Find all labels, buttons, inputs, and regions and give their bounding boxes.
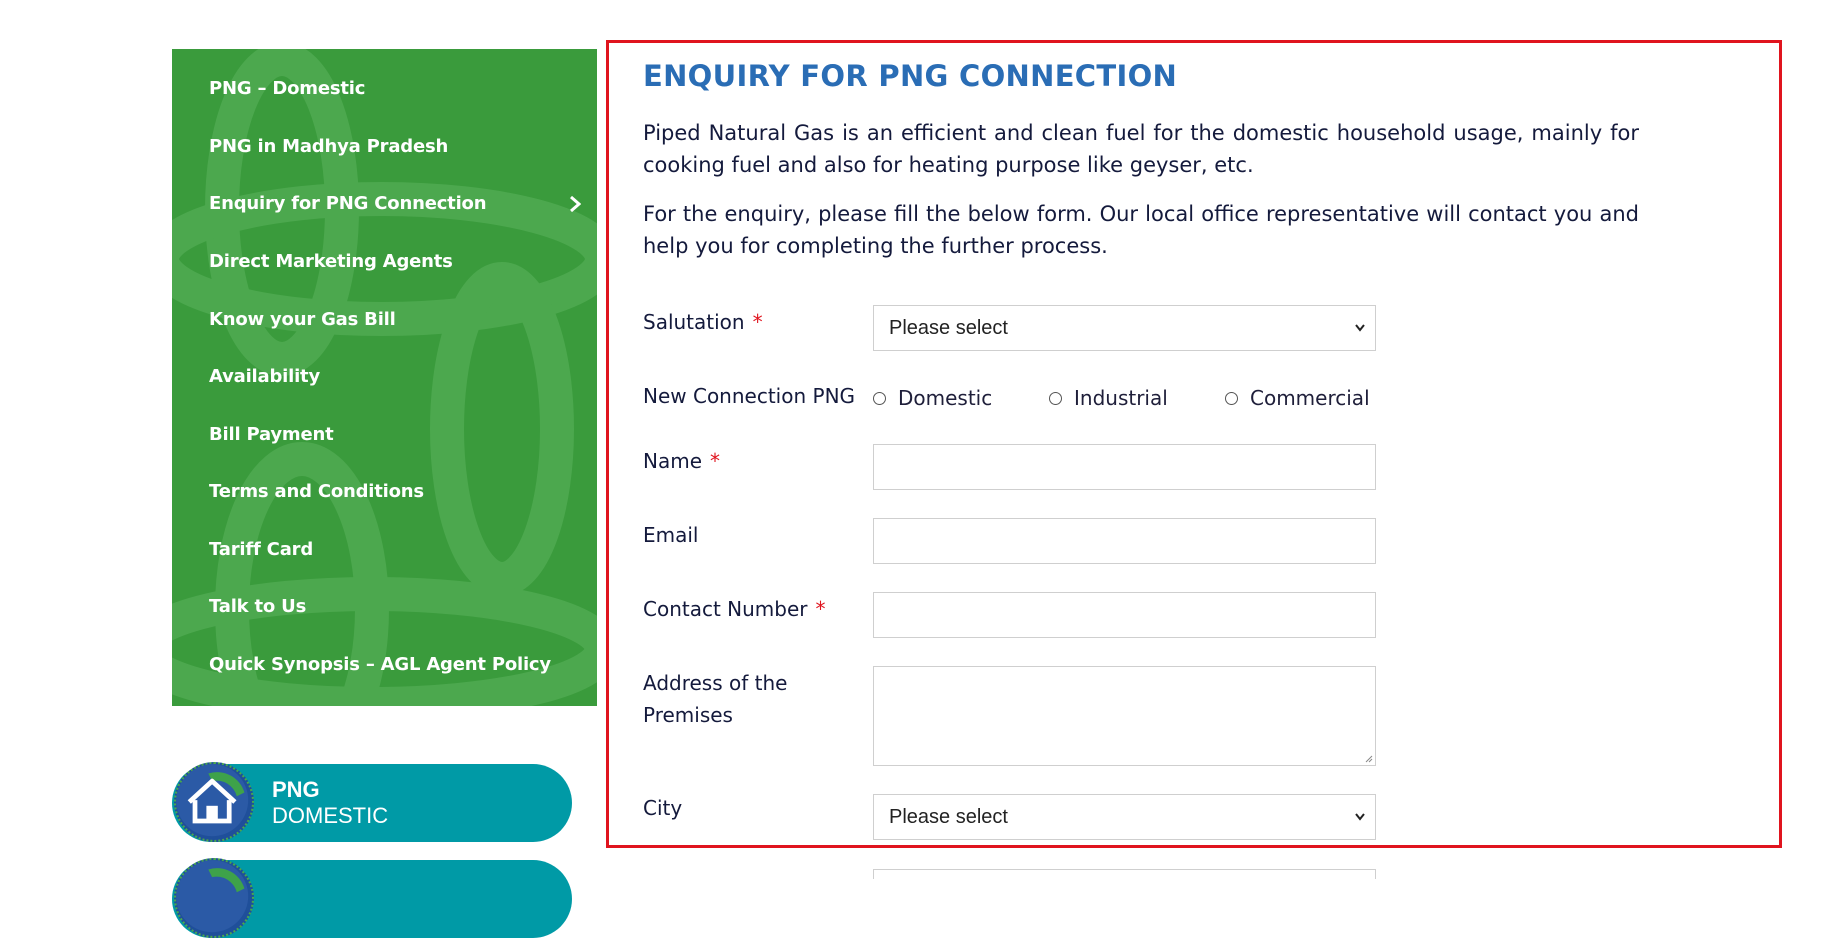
contact-label-text: Contact Number <box>643 597 808 621</box>
chevron-down-icon <box>1355 813 1365 821</box>
sidebar-nav: PNG – Domestic PNG in Madhya Pradesh Enq… <box>172 49 597 706</box>
radio-circle[interactable] <box>1049 391 1062 405</box>
email-input[interactable] <box>873 518 1376 564</box>
sidebar-item-label: Enquiry for PNG Connection <box>209 193 487 214</box>
name-label: Name * <box>643 445 720 477</box>
connection-label: New Connection PNG <box>643 384 856 408</box>
sidebar-item-label: Bill Payment <box>209 424 334 445</box>
contact-label: Contact Number * <box>643 593 826 625</box>
resize-grip-icon[interactable] <box>1365 755 1373 763</box>
enquiry-panel: ENQUIRY FOR PNG CONNECTION Piped Natural… <box>606 40 1782 848</box>
page-title: ENQUIRY FOR PNG CONNECTION <box>643 59 1178 93</box>
promo-icon <box>174 858 254 938</box>
chevron-down-icon <box>1355 324 1365 332</box>
sidebar-item-label: Terms and Conditions <box>209 481 424 502</box>
sidebar-item-quick-synopsis[interactable]: Quick Synopsis – AGL Agent Policy <box>209 650 597 680</box>
contact-number-input[interactable] <box>873 592 1376 638</box>
name-label-text: Name <box>643 449 703 473</box>
chevron-right-icon <box>570 196 581 212</box>
salutation-value: Please select <box>889 317 1008 339</box>
sidebar-item-label: PNG in Madhya Pradesh <box>209 136 449 157</box>
sidebar-item-enquiry[interactable]: Enquiry for PNG Connection <box>209 189 597 219</box>
required-mark: * <box>752 310 763 334</box>
sidebar-item-label: Talk to Us <box>209 596 307 617</box>
next-field-input[interactable] <box>873 869 1376 879</box>
sidebar-item-png-madhya-pradesh[interactable]: PNG in Madhya Pradesh <box>209 132 597 162</box>
intro-text: Piped Natural Gas is an efficient and cl… <box>643 121 1639 177</box>
instruction-text: For the enquiry, please fill the below f… <box>643 202 1639 258</box>
sidebar-item-tariff-card[interactable]: Tariff Card <box>209 535 597 565</box>
name-input[interactable] <box>873 444 1376 490</box>
radio-label: Commercial <box>1250 386 1370 410</box>
radio-label: Domestic <box>898 386 993 410</box>
sidebar-item-know-your-gas-bill[interactable]: Know your Gas Bill <box>209 305 597 335</box>
city-value: Please select <box>889 806 1008 828</box>
house-icon <box>174 762 254 842</box>
second-promo[interactable] <box>172 858 572 938</box>
sidebar-item-bill-payment[interactable]: Bill Payment <box>209 420 597 450</box>
sidebar-item-label: Quick Synopsis – AGL Agent Policy <box>209 654 551 675</box>
radio-circle[interactable] <box>873 391 886 405</box>
city-select[interactable]: Please select <box>873 794 1376 840</box>
salutation-select[interactable]: Please select <box>873 305 1376 351</box>
sidebar-item-label: PNG – Domestic <box>209 78 366 99</box>
sidebar-item-talk-to-us[interactable]: Talk to Us <box>209 592 597 622</box>
sidebar-item-label: Tariff Card <box>209 539 313 560</box>
sidebar-item-terms[interactable]: Terms and Conditions <box>209 477 597 507</box>
promo-title: PNG <box>272 777 320 802</box>
radio-label: Industrial <box>1074 386 1168 410</box>
salutation-label-text: Salutation <box>643 310 745 334</box>
sidebar-item-direct-marketing-agents[interactable]: Direct Marketing Agents <box>209 247 597 277</box>
city-label: City <box>643 796 683 820</box>
required-mark: * <box>815 597 826 621</box>
radio-commercial[interactable]: Commercial <box>1225 383 1370 413</box>
sidebar-item-label: Know your Gas Bill <box>209 309 396 330</box>
sidebar-item-availability[interactable]: Availability <box>209 362 597 392</box>
address-textarea[interactable] <box>873 666 1376 766</box>
png-domestic-promo[interactable]: PNG DOMESTIC <box>172 762 572 842</box>
radio-circle[interactable] <box>1225 391 1238 405</box>
sidebar-item-png-domestic[interactable]: PNG – Domestic <box>209 74 597 104</box>
email-label: Email <box>643 523 699 547</box>
required-mark: * <box>710 449 721 473</box>
sidebar-item-label: Direct Marketing Agents <box>209 251 453 272</box>
promo-subtitle: DOMESTIC <box>272 803 389 828</box>
address-label: Address of the Premises <box>643 671 788 727</box>
sidebar-item-label: Availability <box>209 366 320 387</box>
radio-domestic[interactable]: Domestic <box>873 383 992 413</box>
radio-industrial[interactable]: Industrial <box>1049 383 1168 413</box>
salutation-label: Salutation * <box>643 306 763 338</box>
